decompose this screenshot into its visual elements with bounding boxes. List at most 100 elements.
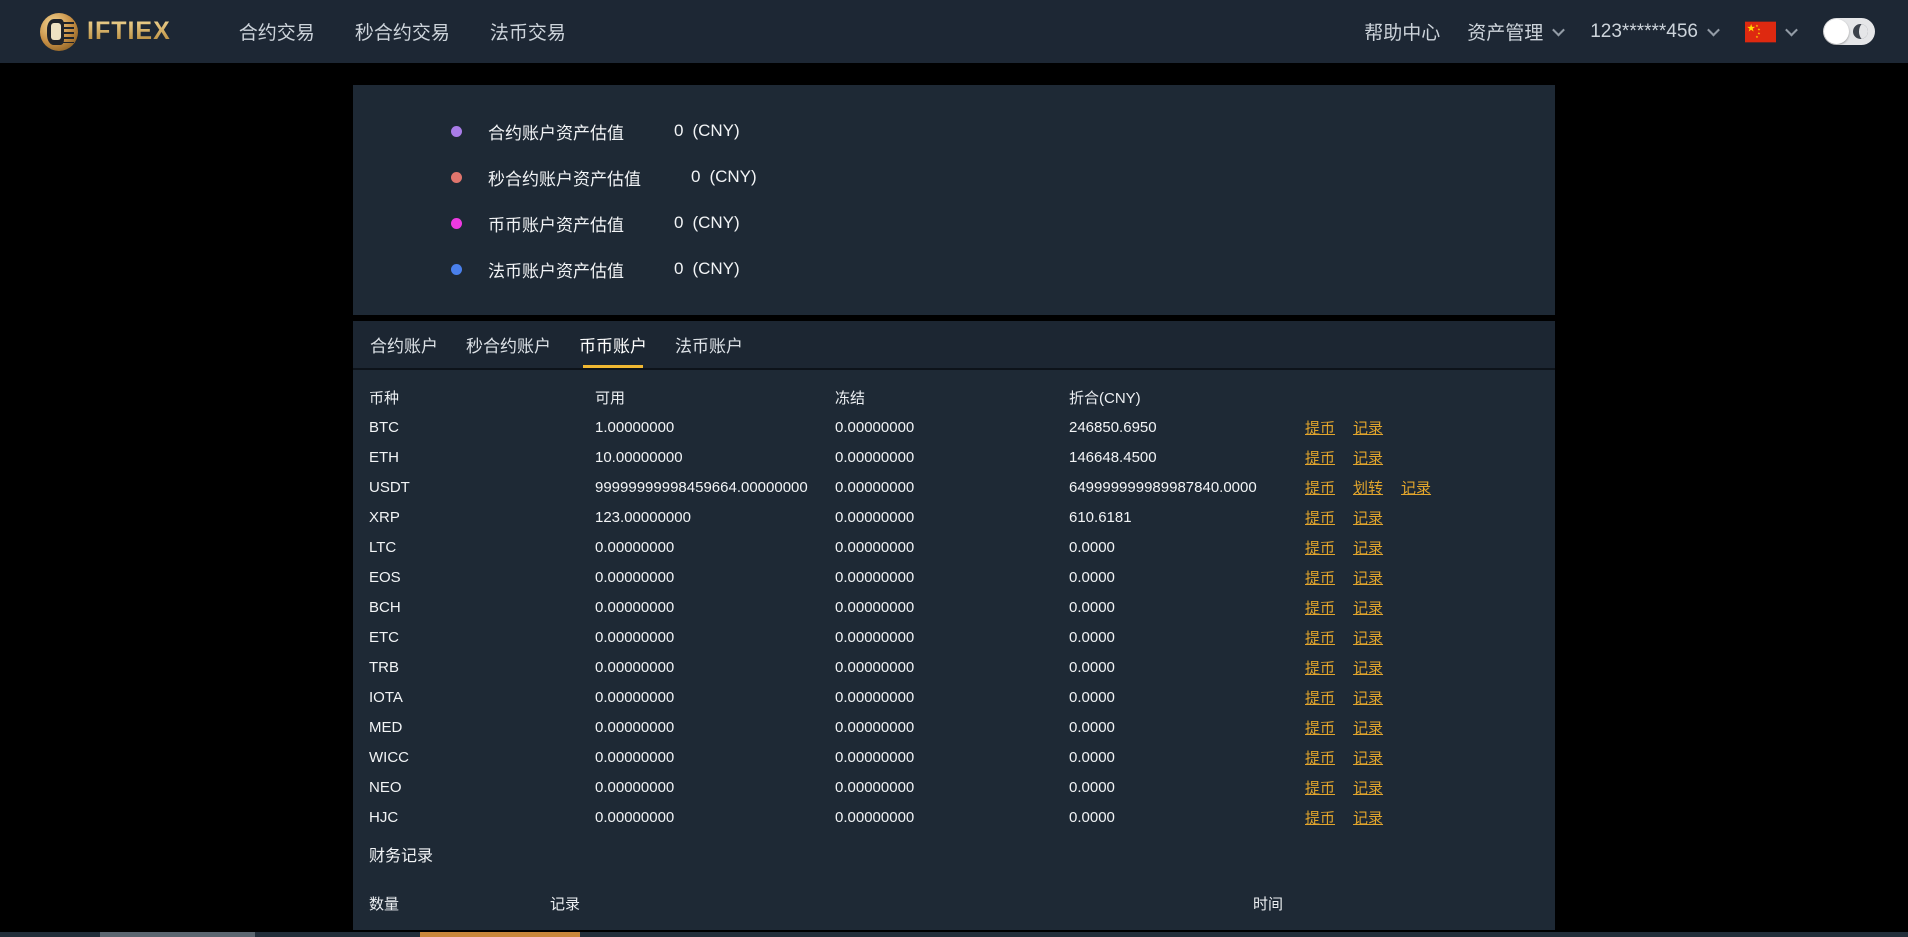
summary-row: 币币账户资产估值 0 (CNY)	[353, 200, 1555, 246]
strip-orange-segment	[420, 932, 580, 937]
withdraw-link[interactable]: 提币	[1305, 447, 1335, 468]
table-row: NEO 0.00000000 0.00000000 0.0000 提币 记录	[353, 772, 1555, 802]
account-dot-icon	[451, 263, 462, 275]
theme-toggle[interactable]	[1823, 18, 1875, 45]
summary-unit: (CNY)	[692, 213, 740, 232]
summary-row: 法币账户资产估值 0 (CNY)	[353, 246, 1555, 292]
col-time: 时间	[1253, 895, 1284, 913]
transfer-or-record-link[interactable]: 记录	[1353, 597, 1383, 618]
available-value: 10.00000000	[595, 448, 683, 466]
main-nav: 合约交易 秒合约交易 法币交易	[239, 18, 566, 45]
transfer-or-record-link[interactable]: 记录	[1353, 657, 1383, 678]
cny-value: 0.0000	[1069, 748, 1115, 766]
row-actions: 提币 记录	[1305, 417, 1555, 438]
col-amount: 数量	[369, 895, 400, 913]
transfer-or-record-link[interactable]: 记录	[1353, 747, 1383, 768]
frozen-value: 0.00000000	[835, 688, 915, 706]
nav-link[interactable]: 法币交易	[490, 18, 566, 45]
nav-link[interactable]: 秒合约交易	[355, 18, 450, 45]
records-table-header: 数量 记录 时间	[353, 888, 1555, 918]
summary-label: 合约账户资产估值	[488, 123, 624, 143]
withdraw-link[interactable]: 提币	[1305, 807, 1335, 828]
row-actions: 提币 记录	[1305, 597, 1555, 618]
available-value: 1.00000000	[595, 418, 675, 436]
chevron-down-icon	[1552, 23, 1566, 37]
frozen-value: 0.00000000	[835, 778, 915, 796]
transfer-or-record-link[interactable]: 记录	[1353, 567, 1383, 588]
assets-menu[interactable]: 资产管理	[1467, 18, 1566, 45]
record-link[interactable]: 记录	[1401, 477, 1431, 498]
transfer-or-record-link[interactable]: 记录	[1353, 417, 1383, 438]
available-value: 0.00000000	[595, 808, 675, 826]
col-frozen: 冻结	[835, 389, 866, 407]
transfer-or-record-link[interactable]: 记录	[1353, 807, 1383, 828]
cny-value: 246850.6950	[1069, 418, 1157, 436]
coin-name: NEO	[369, 778, 402, 796]
withdraw-link[interactable]: 提币	[1305, 747, 1335, 768]
transfer-or-record-link[interactable]: 划转	[1353, 477, 1383, 498]
chevron-down-icon	[1707, 23, 1720, 37]
cny-value: 649999999989987840.0000	[1069, 478, 1257, 496]
account-menu[interactable]: 123******456	[1590, 21, 1720, 43]
transfer-or-record-link[interactable]: 记录	[1353, 507, 1383, 528]
available-value: 0.00000000	[595, 658, 675, 676]
withdraw-link[interactable]: 提币	[1305, 717, 1335, 738]
coin-name: USDT	[369, 478, 410, 496]
available-value: 99999999998459664.00000000	[595, 478, 808, 496]
summary-value: 0	[674, 121, 684, 140]
cny-value: 0.0000	[1069, 568, 1115, 586]
withdraw-link[interactable]: 提币	[1305, 537, 1335, 558]
brand[interactable]: IFTIEX	[40, 12, 171, 51]
row-actions: 提币 记录	[1305, 627, 1555, 648]
cny-value: 0.0000	[1069, 538, 1115, 556]
bottom-edge-strip	[0, 932, 1908, 937]
coin-name: BCH	[369, 598, 401, 616]
help-center-link[interactable]: 帮助中心	[1364, 18, 1440, 45]
withdraw-link[interactable]: 提币	[1305, 687, 1335, 708]
transfer-or-record-link[interactable]: 记录	[1353, 537, 1383, 558]
summary-label: 秒合约账户资产估值	[488, 169, 641, 189]
table-row: EOS 0.00000000 0.00000000 0.0000 提币 记录	[353, 562, 1555, 592]
table-row: ETH 10.00000000 0.00000000 146648.4500 提…	[353, 442, 1555, 472]
account-tab[interactable]: 币币账户	[578, 321, 648, 368]
table-row: BCH 0.00000000 0.00000000 0.0000 提币 记录	[353, 592, 1555, 622]
col-cny: 折合(CNY)	[1069, 389, 1141, 407]
frozen-value: 0.00000000	[835, 538, 915, 556]
nav-link[interactable]: 合约交易	[239, 18, 315, 45]
row-actions: 提币 记录	[1305, 747, 1555, 768]
withdraw-link[interactable]: 提币	[1305, 507, 1335, 528]
withdraw-link[interactable]: 提币	[1305, 477, 1335, 498]
coin-name: BTC	[369, 418, 399, 436]
transfer-or-record-link[interactable]: 记录	[1353, 447, 1383, 468]
account-tab[interactable]: 合约账户	[369, 321, 439, 368]
transfer-or-record-link[interactable]: 记录	[1353, 777, 1383, 798]
brand-name: IFTIEX	[87, 17, 171, 45]
coin-name: HJC	[369, 808, 399, 826]
account-tab[interactable]: 秒合约账户	[465, 321, 552, 368]
withdraw-link[interactable]: 提币	[1305, 597, 1335, 618]
table-row: ETC 0.00000000 0.00000000 0.0000 提币 记录	[353, 622, 1555, 652]
frozen-value: 0.00000000	[835, 568, 915, 586]
navbar-right: 帮助中心 资产管理 123******456 ★ ★ ★ ★ ★	[1364, 18, 1875, 45]
withdraw-link[interactable]: 提币	[1305, 657, 1335, 678]
table-row: XRP 123.00000000 0.00000000 610.6181 提币 …	[353, 502, 1555, 532]
row-actions: 提币 记录	[1305, 687, 1555, 708]
withdraw-link[interactable]: 提币	[1305, 627, 1335, 648]
frozen-value: 0.00000000	[835, 598, 915, 616]
transfer-or-record-link[interactable]: 记录	[1353, 627, 1383, 648]
frozen-value: 0.00000000	[835, 748, 915, 766]
account-tab[interactable]: 法币账户	[674, 321, 744, 368]
account-dot-icon	[451, 217, 462, 229]
transfer-or-record-link[interactable]: 记录	[1353, 687, 1383, 708]
summary-unit: (CNY)	[692, 121, 740, 140]
cny-value: 0.0000	[1069, 628, 1115, 646]
language-selector[interactable]: ★ ★ ★ ★ ★	[1745, 21, 1798, 43]
withdraw-link[interactable]: 提币	[1305, 567, 1335, 588]
col-record: 记录	[550, 895, 581, 913]
withdraw-link[interactable]: 提币	[1305, 417, 1335, 438]
transfer-or-record-link[interactable]: 记录	[1353, 717, 1383, 738]
table-row: USDT 99999999998459664.00000000 0.000000…	[353, 472, 1555, 502]
withdraw-link[interactable]: 提币	[1305, 777, 1335, 798]
cny-value: 610.6181	[1069, 508, 1132, 526]
table-row: BTC 1.00000000 0.00000000 246850.6950 提币…	[353, 412, 1555, 442]
